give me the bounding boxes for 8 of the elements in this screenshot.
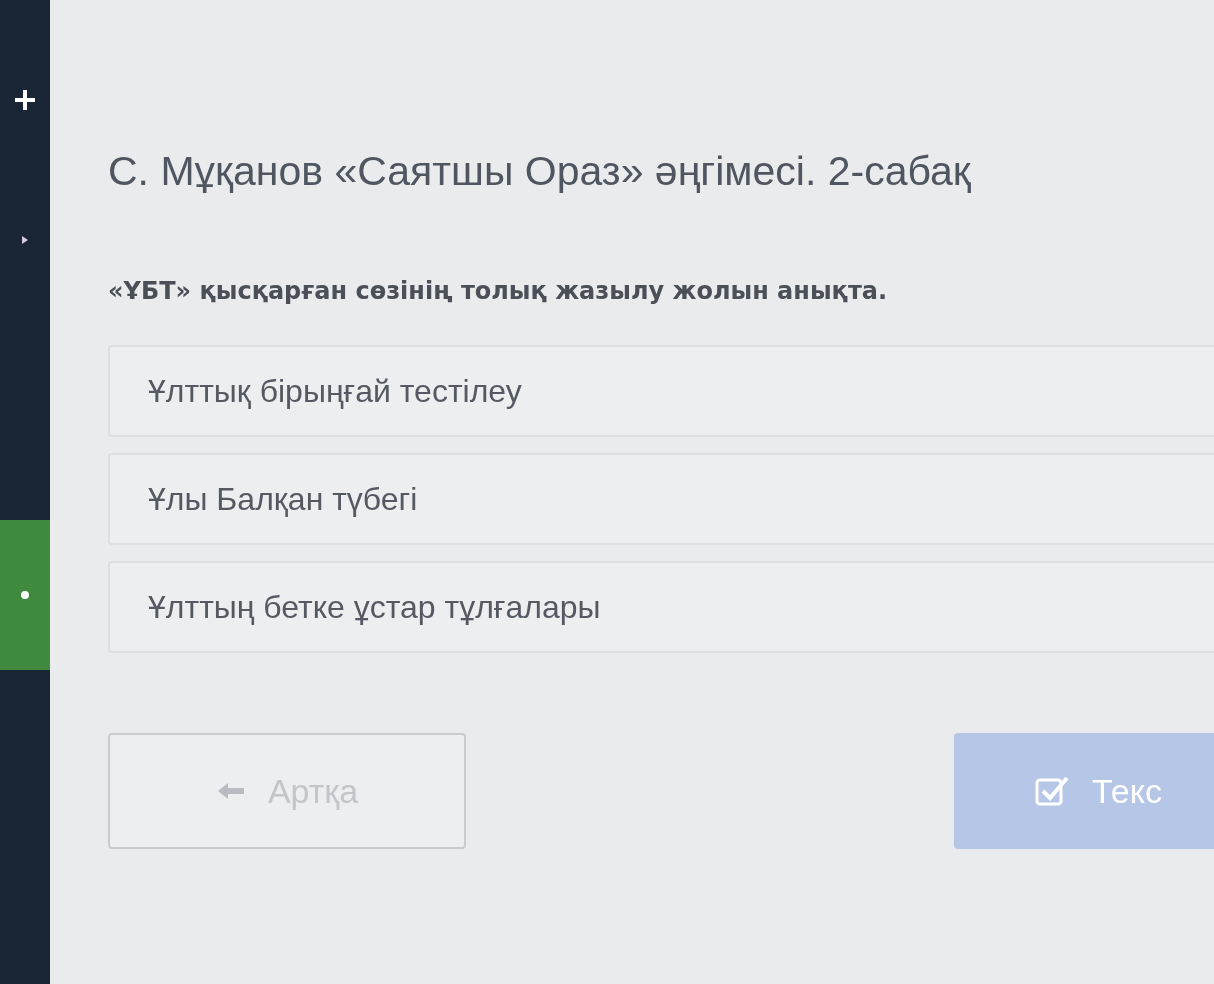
checkbox-icon — [1034, 774, 1070, 808]
answer-option[interactable]: Ұлы Балқан түбегі — [108, 453, 1214, 545]
dot-icon — [20, 590, 30, 600]
answer-option[interactable]: Ұлттың бетке ұстар тұлғалары — [108, 561, 1214, 653]
question-text: «ҰБТ» қысқарған сөзінің толық жазылу жолын анықта. — [108, 277, 889, 305]
plus-icon — [13, 88, 37, 112]
lesson-title: С. Мұқанов «Саятшы Ораз» әңгімесі. 2-сабақ — [108, 148, 972, 195]
answer-option[interactable]: Ұлттық бірыңғай тестілеу — [108, 345, 1214, 437]
